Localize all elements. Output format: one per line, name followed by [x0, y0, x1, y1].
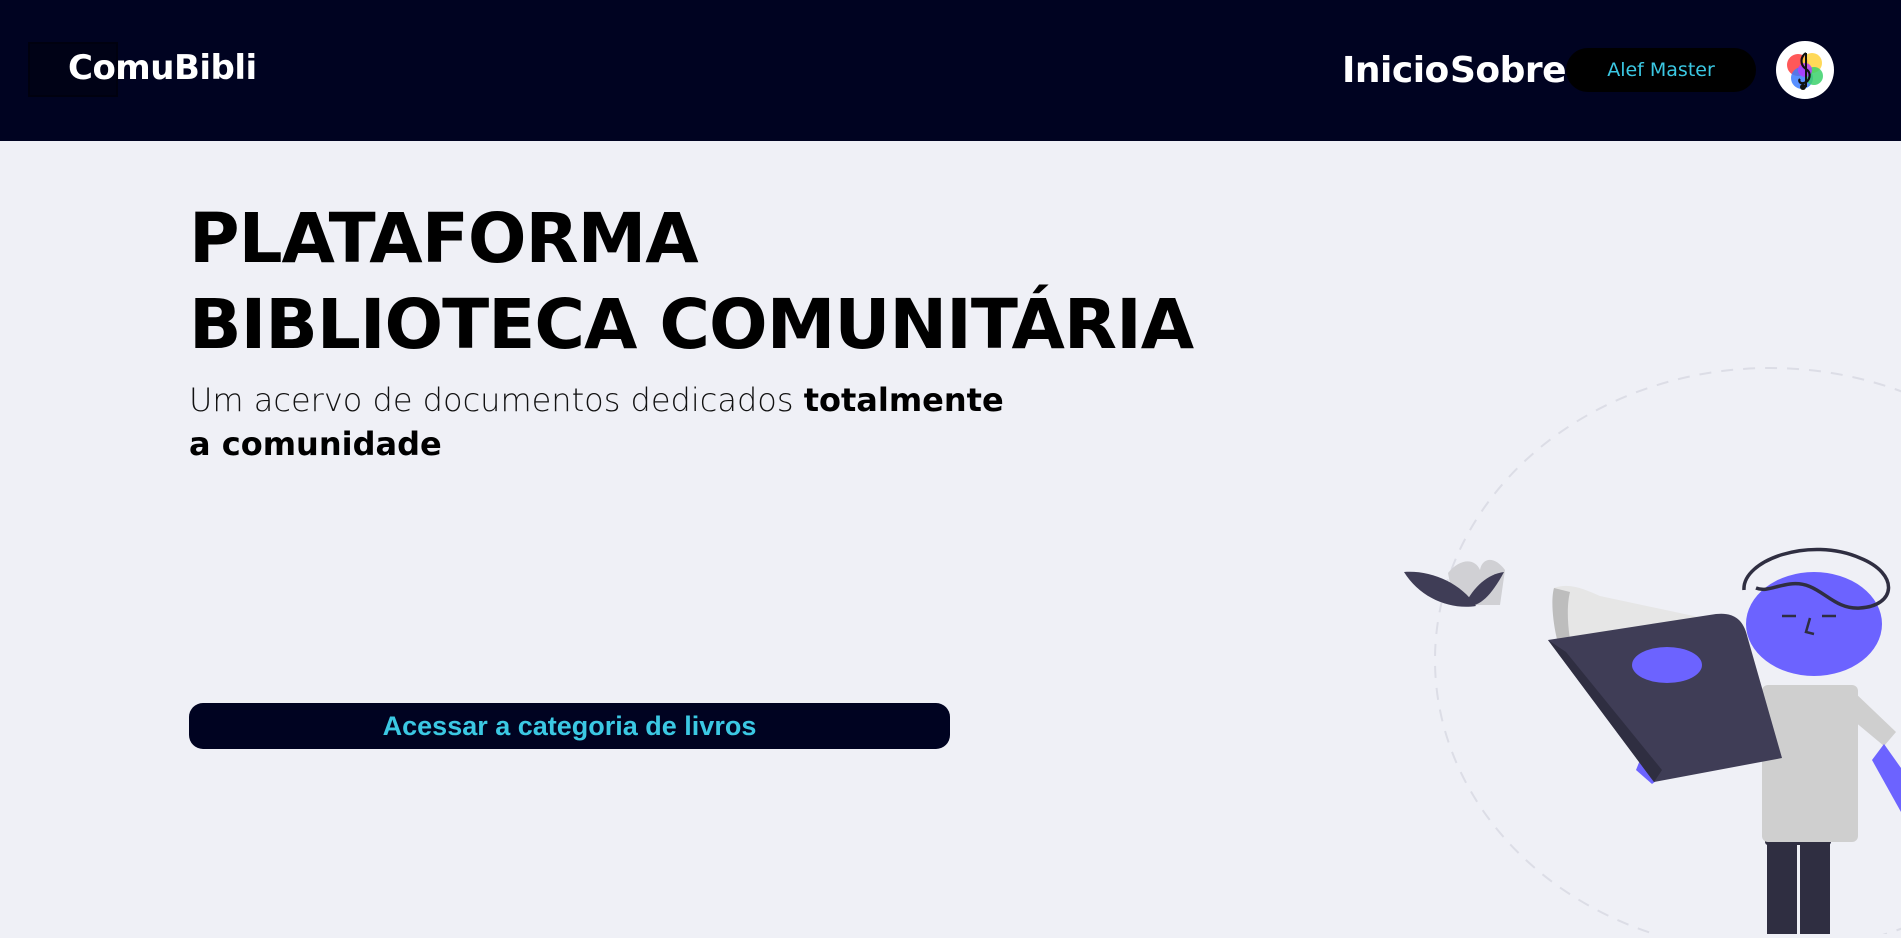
nav-link-sobre[interactable]: Sobre	[1450, 50, 1567, 91]
person-reading-book-illustration	[1390, 360, 1901, 938]
hand-right	[1872, 744, 1901, 812]
hero-title-line2: BIBLIOTECA COMUNITÁRIA	[189, 285, 1194, 365]
hero-title: PLATAFORMA BIBLIOTECA COMUNITÁRIA	[189, 196, 1194, 368]
access-books-category-button[interactable]: Acessar a categoria de livros	[189, 703, 950, 749]
leg-left	[1767, 830, 1797, 934]
hero-title-line1: PLATAFORMA	[189, 199, 699, 279]
hero-subtitle: Um acervo de documentos dedicados totalm…	[189, 378, 1019, 466]
logo-text[interactable]: ComuBibli	[68, 48, 257, 88]
user-name-button[interactable]: Alef Master	[1566, 48, 1756, 92]
hero-subtitle-normal: Um acervo de documentos dedicados	[189, 381, 804, 419]
book-icon	[1548, 585, 1782, 782]
top-navbar: ComuBibli Inicio Sobre Alef Master	[0, 0, 1901, 141]
avatar[interactable]	[1776, 41, 1834, 99]
music-note-avatar-icon	[1787, 52, 1823, 90]
leg-right	[1800, 830, 1830, 934]
nav-link-inicio[interactable]: Inicio	[1342, 50, 1449, 91]
torso	[1762, 685, 1858, 842]
plant-icon	[1404, 559, 1505, 607]
